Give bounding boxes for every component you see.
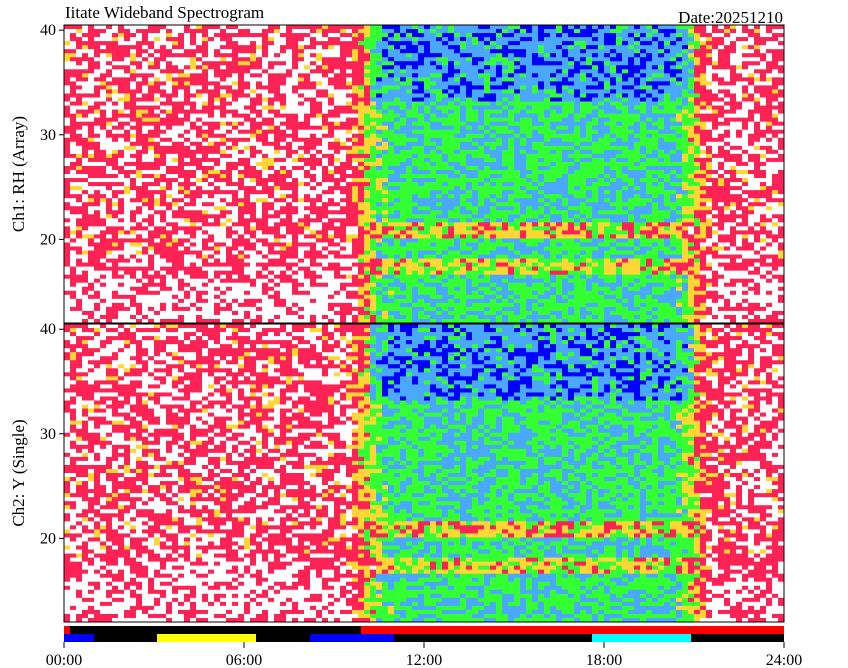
y-tick-label: 20 [40, 231, 56, 248]
x-tick-label: 06:00 [226, 652, 262, 668]
x-tick-label: 24:00 [766, 652, 802, 668]
x-tick-label: 18:00 [586, 652, 622, 668]
ch1-y-axis: 20 30 40 [40, 22, 64, 248]
status-segment [394, 634, 592, 642]
x-tick-label: 12:00 [406, 652, 442, 668]
status-segment [64, 634, 94, 642]
date-label: Date:20251210 [678, 8, 783, 27]
y-tick-label: 20 [40, 530, 56, 547]
status-segment [157, 634, 256, 642]
status-segment [691, 634, 784, 642]
y-tick-label: 30 [40, 426, 56, 443]
status-segment [94, 634, 157, 642]
ch2-panel: 20 30 40 Ch2: Y (Single) [9, 321, 785, 623]
y-tick-label: 30 [40, 127, 56, 144]
status-segment [310, 634, 394, 642]
status-segment [256, 634, 310, 642]
ch1-y-axis-label: Ch1: RH (Array) [9, 116, 28, 232]
status-segment [361, 626, 784, 634]
status-segment [64, 626, 70, 634]
spectrogram-figure: Iitate Wideband Spectrogram Date:2025121… [9, 3, 802, 668]
chart-title: Iitate Wideband Spectrogram [65, 3, 264, 22]
status-bars [64, 626, 784, 642]
x-tick-label: 00:00 [46, 652, 82, 668]
ch1-spectrogram [64, 25, 785, 324]
ch2-y-axis-label: Ch2: Y (Single) [9, 419, 28, 526]
ch1-panel: 20 30 40 Ch1: RH (Array) [9, 22, 785, 324]
status-segment [70, 626, 361, 634]
y-tick-label: 40 [40, 321, 56, 338]
y-tick-label: 40 [40, 22, 56, 39]
status-segment [592, 634, 691, 642]
time-x-axis: 00:00 06:00 12:00 18:00 24:00 [46, 642, 802, 668]
ch2-y-axis: 20 30 40 [40, 321, 64, 547]
ch2-spectrogram [64, 324, 785, 623]
